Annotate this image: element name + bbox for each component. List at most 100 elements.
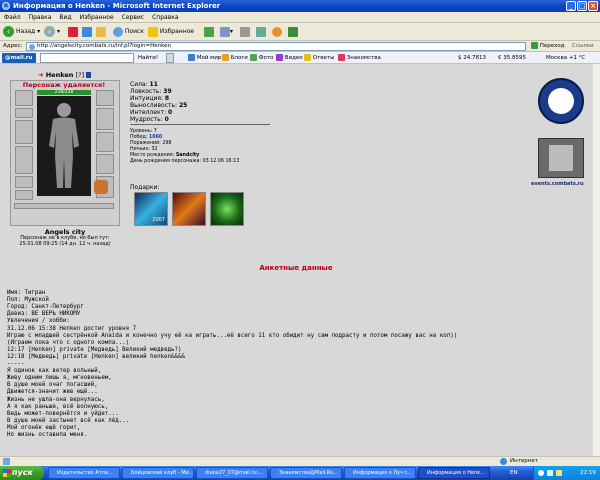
start-button[interactable]: пуск (0, 466, 44, 480)
profile-text: Имя: Тигран Пол: Мужской Город: Санкт-Пете… (7, 283, 587, 455)
presence-text: Персонаж не в клубе, но был тут: 25.01.0… (19, 235, 111, 247)
refresh-button[interactable] (82, 25, 92, 39)
character-status: Персонаж удаляется! (22, 81, 106, 89)
taskbar-item[interactable]: diana27_07@mail.ru:... (196, 467, 268, 479)
profile-line: В душе моей очаг погасший, (7, 382, 98, 389)
rune-slots (14, 203, 114, 209)
go-button[interactable]: Переход (531, 42, 565, 49)
profile-line: А я как раньше, всё волнуюсь, (7, 403, 109, 410)
profile-line: Жизнь не ушла-она вернулась, (7, 396, 105, 403)
tray-icon[interactable] (556, 470, 562, 476)
mailru-logo[interactable]: @mail.ru (2, 53, 36, 63)
clan-emblem-icon (548, 88, 574, 114)
menu-edit[interactable]: Правка (25, 12, 56, 23)
close-button[interactable]: × (588, 1, 598, 11)
section-title: Анкетные данные (259, 264, 333, 272)
discuss-icon (272, 26, 282, 37)
forward-button[interactable]: › ▾ (44, 25, 60, 39)
clan-emblem[interactable] (538, 78, 584, 124)
stop-button[interactable] (68, 25, 78, 39)
favorites-button[interactable]: Избранное (148, 25, 194, 39)
taskbar-item[interactable]: Знакомства@Mail.Ru... (270, 467, 342, 479)
mailru-find-button[interactable]: Найти! (138, 53, 158, 63)
mailru-answers[interactable]: Ответы (304, 53, 334, 63)
clock[interactable]: 22:19 (580, 466, 596, 480)
menu-help[interactable]: Справка (148, 12, 182, 23)
answers-icon (304, 54, 311, 61)
mailru-photo[interactable]: Фото (250, 53, 273, 63)
address-label: Адрес: (3, 43, 23, 49)
maximize-button[interactable]: □ (577, 1, 587, 11)
stop-icon (68, 26, 78, 37)
edit-button[interactable] (256, 25, 266, 39)
messenger-button[interactable] (288, 25, 298, 39)
events-link[interactable]: events.combats.ru (531, 181, 584, 187)
menu-tools[interactable]: Сервис (118, 12, 148, 23)
earrings-slot[interactable] (15, 108, 33, 118)
mailru-myworld[interactable]: Мой мир (188, 53, 221, 63)
gift-fireworks[interactable] (172, 192, 206, 226)
address-url: http://angelscity.combats.ru/inf.pl?logi… (37, 43, 171, 49)
tray-icon[interactable] (547, 470, 553, 476)
gloves-slot[interactable] (96, 90, 114, 106)
menu-file[interactable]: Файл (0, 12, 25, 23)
mailru-dating[interactable]: Знакомства (338, 53, 381, 63)
history-button[interactable] (204, 25, 214, 39)
menu-view[interactable]: Вид (55, 12, 75, 23)
pet-icon[interactable] (94, 180, 108, 194)
profile-line: Мой огонёк ещё горит, (7, 424, 81, 431)
armor-slot[interactable] (15, 146, 33, 174)
menu-bar: Файл Правка Вид Избранное Сервис Справка (0, 12, 600, 23)
myworld-icon (188, 54, 195, 61)
rings-slot[interactable] (15, 190, 33, 200)
go-arrow-icon (531, 42, 538, 49)
profile-line: Имя: Тигран (7, 290, 46, 297)
leggings-slot[interactable] (96, 154, 114, 174)
character-level[interactable]: [?] (76, 71, 85, 79)
eur-rate[interactable]: € 35.8595 (498, 53, 526, 63)
usd-rate[interactable]: $ 24.7813 (458, 53, 486, 63)
belt-slot[interactable] (15, 176, 33, 188)
taskbar-item[interactable]: Информация о Луч с... (344, 467, 416, 479)
helmet-slot[interactable] (15, 90, 33, 106)
mailru-search-input[interactable] (40, 53, 134, 63)
discuss-button[interactable] (272, 25, 282, 39)
minimize-button[interactable]: _ (566, 1, 576, 11)
profile-line: 12:18 [Медведь] private [Henken] великий… (7, 353, 185, 360)
links-button[interactable]: Ссылки (572, 43, 594, 49)
taskbar-item[interactable]: Бойцовский клуб - Ми... (122, 467, 194, 479)
window-titlebar: e Информация о Henken - Microsoft Intern… (0, 0, 600, 12)
shield-slot[interactable] (96, 108, 114, 130)
toolbar: ‹ Назад ▾ › ▾ Поиск Избранное ▾ (0, 23, 600, 41)
gift-green[interactable] (210, 192, 244, 226)
character-name[interactable]: Henken (46, 71, 74, 79)
profile-line: Движется-значит жив ещё... (7, 389, 98, 396)
banner-icon (549, 145, 573, 171)
window-title: Информация о Henken - Microsoft Internet… (13, 2, 221, 10)
tray-icon[interactable] (538, 470, 544, 476)
language-indicator[interactable]: EN (510, 466, 518, 480)
search-button[interactable]: Поиск (113, 25, 144, 39)
home-icon (96, 26, 106, 37)
address-input[interactable]: http://angelscity.combats.ru/inf.pl?logi… (26, 42, 526, 51)
gift-2007[interactable]: 2007 (134, 192, 168, 226)
bracers-slot[interactable] (96, 132, 114, 152)
home-button[interactable] (96, 25, 106, 39)
windows-logo-icon (3, 469, 11, 477)
menu-favorites[interactable]: Избранное (76, 12, 118, 23)
weapon-slot[interactable] (15, 120, 33, 144)
mailru-options-icon[interactable] (166, 53, 174, 63)
back-button[interactable]: ‹ Назад ▾ (3, 25, 40, 39)
page-scrollbar[interactable] (592, 64, 600, 466)
profile-line: ----- (7, 361, 25, 368)
print-button[interactable] (240, 25, 250, 39)
refresh-icon (82, 26, 92, 37)
events-banner[interactable] (538, 138, 584, 178)
taskbar-item[interactable]: Издательство Атла... (48, 467, 120, 479)
taskbar-item-active[interactable]: Информация о Henk... (418, 467, 490, 479)
mail-button[interactable]: ▾ (220, 25, 233, 39)
weather[interactable]: Москва +1 °C (546, 53, 585, 63)
mailru-video[interactable]: Видео (276, 53, 303, 63)
mailru-blogs[interactable]: Блоги (222, 53, 248, 63)
info-icon[interactable] (86, 72, 92, 78)
